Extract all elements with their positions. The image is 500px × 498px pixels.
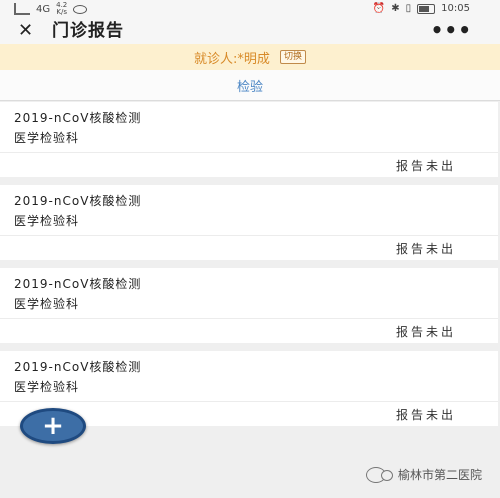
network-label: 4G — [36, 3, 51, 15]
close-icon[interactable]: ✕ — [18, 20, 33, 42]
floating-add-button[interactable]: + — [20, 408, 86, 444]
card-divider — [0, 401, 498, 402]
alarm-icon: ⏰ — [372, 3, 386, 14]
report-department: 医学检验科 — [14, 214, 80, 228]
watermark: 榆林市第二医院 — [365, 466, 482, 483]
page-title: 门诊报告 — [52, 21, 124, 41]
speed-unit: K/s — [56, 8, 67, 16]
tab-bar: 检验 — [0, 70, 500, 101]
status-left: 4G 4.2 K/s — [14, 2, 88, 16]
card-divider — [0, 152, 498, 153]
report-status: 报告未出 — [395, 242, 456, 256]
report-title: 2019-nCoV核酸检测 — [14, 111, 142, 125]
plus-icon: + — [42, 411, 64, 441]
status-bar: 4G 4.2 K/s ⏰ ✱ ▯ 10:05 — [0, 0, 500, 18]
vibrate-icon: ▯ — [405, 3, 412, 14]
wechat-logo-icon — [365, 466, 393, 483]
report-card[interactable]: 2019-nCoV核酸检测 医学检验科 报告未出 — [0, 185, 498, 260]
network-speed: 4.2 K/s — [56, 2, 67, 16]
report-department: 医学检验科 — [14, 131, 80, 145]
switch-patient-button[interactable]: 切换 — [279, 50, 306, 64]
eye-icon — [73, 4, 88, 14]
bluetooth-icon: ✱ — [391, 3, 400, 14]
patient-name: 就诊人:*明成 — [194, 51, 270, 67]
report-title: 2019-nCoV核酸检测 — [14, 277, 142, 291]
more-icon[interactable]: ••• — [431, 18, 472, 42]
card-divider — [0, 235, 498, 236]
nav-bar: ✕ 门诊报告 ••• — [0, 18, 500, 44]
tab-inspection[interactable]: 检验 — [237, 76, 263, 95]
card-divider — [0, 318, 498, 319]
report-status: 报告未出 — [395, 408, 456, 422]
report-title: 2019-nCoV核酸检测 — [14, 194, 142, 208]
report-department: 医学检验科 — [14, 297, 80, 311]
battery-icon — [417, 3, 436, 14]
report-department: 医学检验科 — [14, 380, 80, 394]
report-status: 报告未出 — [395, 325, 456, 339]
report-status: 报告未出 — [395, 159, 456, 173]
patient-bar: 就诊人:*明成 切换 — [0, 44, 500, 70]
report-card[interactable]: 2019-nCoV核酸检测 医学检验科 报告未出 — [0, 102, 498, 177]
signal-icon — [14, 3, 30, 15]
report-card[interactable]: 2019-nCoV核酸检测 医学检验科 报告未出 — [0, 268, 498, 343]
watermark-text: 榆林市第二医院 — [397, 468, 482, 482]
status-right: ⏰ ✱ ▯ 10:05 — [373, 3, 470, 14]
status-time: 10:05 — [441, 3, 470, 14]
report-title: 2019-nCoV核酸检测 — [14, 360, 142, 374]
